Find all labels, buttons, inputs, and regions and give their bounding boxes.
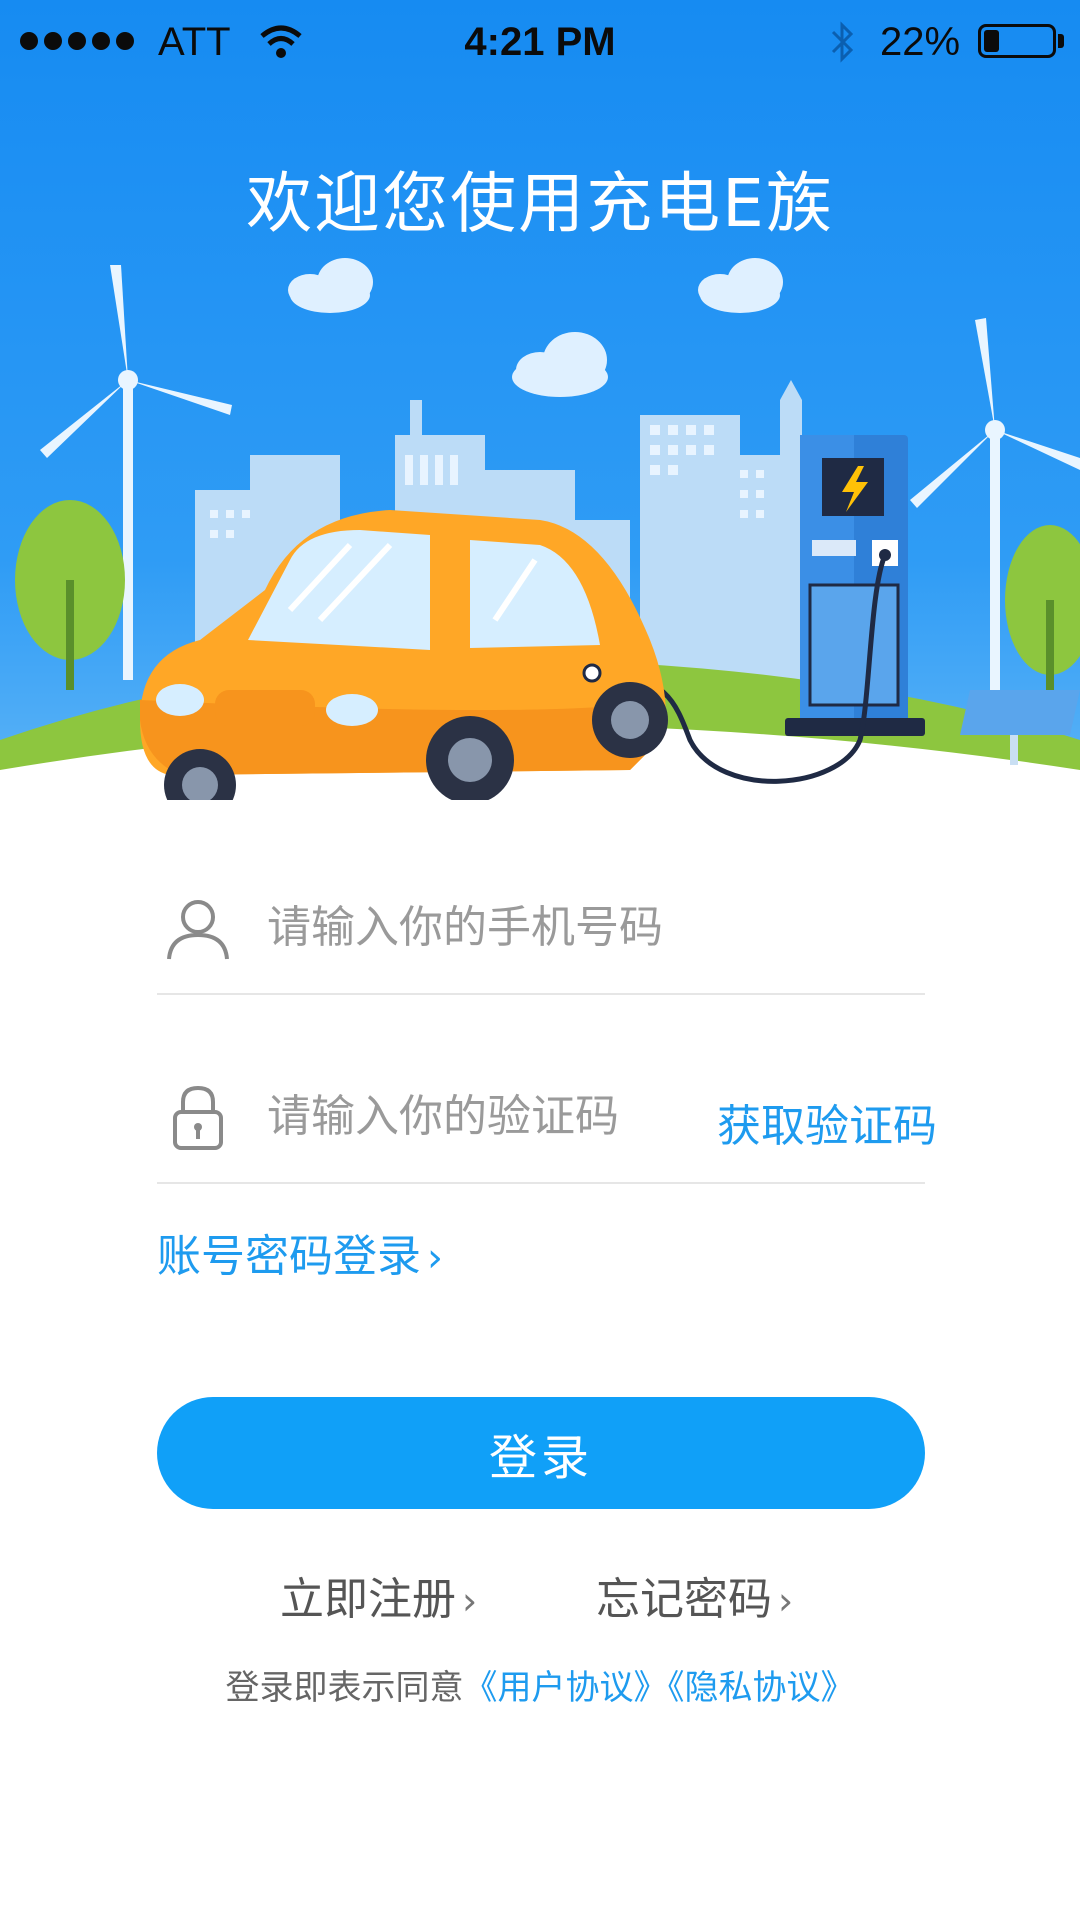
welcome-title: 欢迎您使用充电E族 (246, 165, 834, 242)
chevron-right-icon: › (462, 1579, 478, 1623)
login-button[interactable]: 登录 (157, 1397, 925, 1509)
register-label: 立即注册 (280, 1574, 456, 1625)
phone-input[interactable] (267, 887, 907, 967)
user-icon (167, 900, 229, 960)
battery-icon (978, 24, 1056, 58)
bluetooth-icon (831, 21, 854, 63)
battery-fill (984, 30, 999, 52)
account-login-label: 账号密码登录 (157, 1231, 421, 1282)
electric-car-charging-illustration (0, 0, 1080, 800)
account-password-login-link[interactable]: 账号密码登录 › (157, 1220, 443, 1284)
hero-banner: ATT 4:21 PM 22% 欢迎您使用充电E族 (0, 0, 1080, 800)
lock-icon (173, 1085, 223, 1150)
verification-code-input[interactable] (267, 1076, 787, 1156)
register-link[interactable]: 立即注册 › (280, 1563, 477, 1627)
battery-cap (1058, 34, 1064, 48)
chevron-right-icon: › (778, 1579, 794, 1623)
battery-percent: 22% (880, 20, 961, 64)
agreement-notice: 登录即表示同意《用户协议》《隐私协议》 (0, 1660, 1080, 1709)
login-screen: ATT 4:21 PM 22% 欢迎您使用充电E族 请输入你的手机号码 请输入你… (0, 0, 1080, 1920)
chevron-right-icon: › (427, 1235, 443, 1281)
verification-code-field: 获取验证码 (157, 1054, 937, 1184)
user-agreement-link[interactable]: 《用户协议》 (464, 1668, 668, 1708)
forgot-password-label: 忘记密码 (596, 1574, 772, 1625)
privacy-agreement-link[interactable]: 《隐私协议》 (668, 1668, 855, 1708)
status-bar: ATT 4:21 PM 22% (0, 0, 1080, 86)
forgot-password-link[interactable]: 忘记密码 › (596, 1563, 793, 1627)
phone-field (157, 865, 925, 995)
get-code-button[interactable]: 获取验证码 (717, 1090, 937, 1154)
agreement-prefix: 登录即表示同意 (225, 1668, 464, 1708)
